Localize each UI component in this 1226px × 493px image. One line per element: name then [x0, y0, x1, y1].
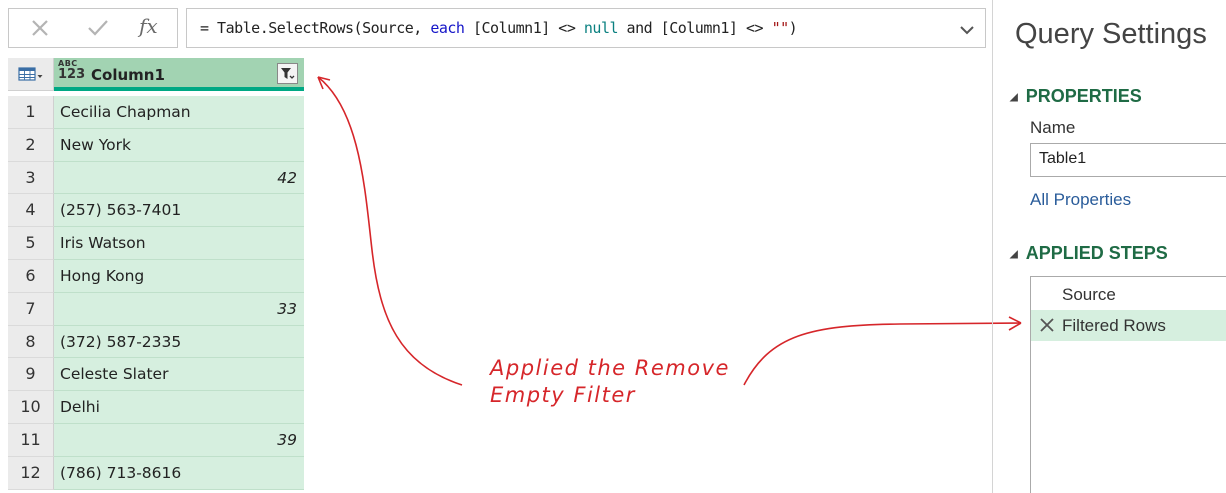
applied-steps-list: Source Filtered Rows: [1030, 276, 1226, 493]
annotation-callout: Applied the Remove Empty Filter: [490, 355, 730, 409]
applied-step-label: Source: [1062, 285, 1116, 304]
name-label: Name: [1030, 118, 1076, 137]
applied-steps-section-header[interactable]: ◢ APPLIED STEPS: [1010, 243, 1168, 264]
annotation-line-1: Applied the Remove: [490, 356, 730, 380]
arrow-to-step: [743, 322, 1021, 386]
applied-step-item[interactable]: Filtered Rows: [1031, 310, 1226, 341]
applied-step-item[interactable]: Source: [1031, 279, 1226, 310]
delete-step-icon[interactable]: [1038, 316, 1056, 334]
pane-divider: [992, 0, 993, 493]
collapse-triangle-icon[interactable]: ◢: [1010, 92, 1018, 103]
name-field[interactable]: Table1: [1030, 143, 1226, 177]
applied-step-label: Filtered Rows: [1062, 316, 1166, 335]
annotation-line-2: Empty Filter: [490, 383, 636, 407]
arrow-to-filter: [317, 76, 463, 386]
query-settings-title: Query Settings: [1015, 18, 1207, 50]
all-properties-link[interactable]: All Properties: [1030, 190, 1131, 210]
properties-section-header[interactable]: ◢ PROPERTIES: [1010, 86, 1142, 107]
collapse-triangle-icon[interactable]: ◢: [1010, 249, 1018, 260]
